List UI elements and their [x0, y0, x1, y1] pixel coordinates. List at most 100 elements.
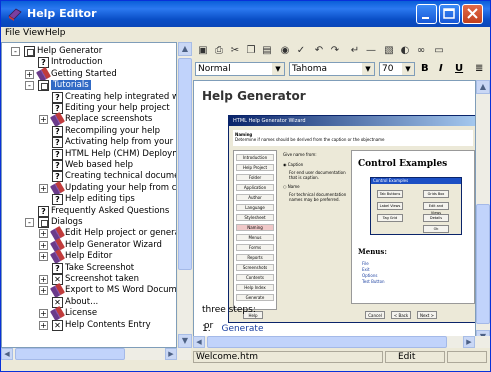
expand-icon[interactable]: + [39, 320, 48, 330]
tree-item-label: Creating technical documente [65, 171, 176, 182]
question-icon: ? [52, 148, 63, 160]
tree-item-label: Replace screenshots [65, 114, 153, 125]
insert-icon[interactable]: ↵ [349, 45, 361, 57]
wizard-nav-item: Language [236, 204, 274, 211]
paste-icon[interactable]: ▤ [261, 45, 273, 57]
wizard-next-button: Next > [417, 311, 437, 319]
find-icon[interactable]: ◉ [279, 45, 291, 57]
collapse-icon[interactable]: - [11, 47, 20, 56]
wizard-desc-text: Determine if names should be derived fro… [235, 137, 385, 142]
tree-item-label: Updating your help from char [65, 182, 177, 193]
tree-horizontal-scrollbar[interactable]: ◀ ▶ [1, 348, 191, 360]
spellcheck-icon[interactable]: ✓ [295, 45, 307, 57]
question-icon: ? [52, 91, 63, 103]
step-1: 1. Generate [202, 324, 264, 334]
preview-window-title: Control Examples [371, 178, 461, 184]
underline-button[interactable]: U [455, 63, 463, 74]
wizard-nav-item: Folder [236, 174, 274, 181]
tree-item-label: Activating help from your app [65, 137, 176, 148]
generate-link[interactable]: Generate [221, 324, 263, 334]
font-value: Tahoma [292, 64, 328, 74]
undo-icon[interactable]: ↶ [313, 45, 325, 57]
editor-vertical-scrollbar[interactable]: ▲ ▼ [476, 80, 490, 344]
size-select[interactable]: 70 ▼ [379, 62, 415, 76]
expand-icon[interactable]: + [25, 69, 34, 79]
expand-icon[interactable]: + [39, 309, 48, 319]
image-icon[interactable]: ▧ [383, 45, 395, 57]
wizard-description: Naming Determine if names should be deri… [233, 130, 473, 146]
tree-item-label: License [65, 308, 98, 319]
cut-icon[interactable]: ✂ [229, 45, 241, 57]
expand-icon[interactable]: + [39, 115, 48, 125]
redo-icon[interactable]: ↷ [329, 45, 341, 57]
save-icon[interactable]: ▣ [197, 45, 209, 57]
menu-view[interactable]: View [23, 28, 44, 38]
link-icon[interactable]: ∞ [415, 45, 427, 57]
editor-pane[interactable]: Help Generator HTML Help Generator Wizar… [193, 80, 476, 344]
question-icon: ? [38, 205, 49, 217]
wizard-nav-item: Naming [236, 224, 274, 231]
preview-window: Control Examples Tab Buttons Grids Box L… [370, 177, 462, 235]
preview-menus-heading: Menus: [358, 247, 387, 256]
italic-button[interactable]: I [439, 63, 443, 74]
h-scroll-thumb[interactable] [15, 348, 125, 360]
x-icon: ✕ [52, 319, 63, 331]
expand-icon[interactable]: + [39, 275, 48, 284]
scroll-right-arrow-icon[interactable]: ▶ [165, 348, 177, 360]
tree-vertical-scrollbar[interactable]: ▲ ▼ [178, 42, 192, 348]
screenshot-icon[interactable]: ◐ [399, 45, 411, 57]
scroll-thumb[interactable] [476, 204, 490, 324]
menu-file[interactable]: File [5, 28, 20, 38]
format-toolbar: Normal ▼ Tahoma ▼ 70 ▼ B I U ≣ [193, 60, 490, 78]
h-scroll-thumb[interactable] [207, 336, 447, 348]
chevron-down-icon[interactable]: ▼ [402, 63, 414, 75]
scroll-up-arrow-icon[interactable]: ▲ [476, 80, 490, 94]
maximize-button[interactable] [439, 4, 460, 24]
tree-item-label: Help editing tips [65, 194, 135, 205]
wizard-nav-item: Help Index [236, 284, 274, 291]
expand-icon[interactable]: + [39, 252, 48, 262]
table-icon[interactable]: ▭ [433, 45, 445, 57]
collapse-icon[interactable]: - [25, 81, 34, 91]
preview-button: Details [423, 214, 449, 222]
chevron-down-icon[interactable]: ▼ [362, 63, 374, 75]
scroll-thumb[interactable] [178, 58, 192, 270]
folder-icon [38, 80, 49, 92]
wizard-nav-item: Introduction [236, 154, 274, 161]
tree-item-label: Help Generator Wizard [65, 239, 162, 250]
editor-horizontal-scrollbar[interactable]: ◀ ▶ [193, 336, 490, 348]
scroll-up-arrow-icon[interactable]: ▲ [178, 42, 192, 56]
close-button[interactable] [462, 4, 483, 24]
menu-bar: File View Help [1, 27, 490, 42]
tree-item-label: HTML Help (CHM) Deployme [65, 148, 177, 159]
align-icon[interactable]: ≣ [475, 63, 483, 74]
title-bar[interactable]: Help Editor [1, 1, 490, 27]
expand-icon[interactable]: + [39, 240, 48, 250]
minimize-button[interactable] [416, 4, 437, 24]
print-icon[interactable]: ⎙ [213, 45, 225, 57]
expand-icon[interactable]: + [39, 286, 48, 296]
expand-icon[interactable]: + [39, 183, 48, 193]
scroll-left-arrow-icon[interactable]: ◀ [1, 348, 13, 360]
tree-item-label: Getting Started [51, 68, 117, 79]
line-icon[interactable]: — [365, 45, 377, 57]
font-select[interactable]: Tahoma ▼ [289, 62, 375, 76]
wizard-nav: Introduction Help Project Folder Applicatio… [233, 150, 277, 310]
tree-item-label: Help Contents Entry [65, 319, 151, 330]
wizard-nav-item: Reports [236, 254, 274, 261]
menu-help[interactable]: Help [45, 28, 66, 38]
scroll-left-arrow-icon[interactable]: ◀ [193, 336, 205, 348]
status-bar: Welcome.htm Edit [193, 350, 490, 364]
style-select[interactable]: Normal ▼ [195, 62, 285, 76]
opt-heading: Give name from: [283, 152, 317, 157]
chevron-down-icon[interactable]: ▼ [272, 63, 284, 75]
scroll-down-arrow-icon[interactable]: ▼ [178, 334, 192, 348]
question-icon: ? [52, 194, 63, 206]
copy-icon[interactable]: ❐ [245, 45, 257, 57]
topic-tree[interactable]: - Help Generator? Introduction + Getting Sta… [1, 42, 177, 348]
bold-button[interactable]: B [421, 63, 429, 74]
expand-icon[interactable]: + [39, 229, 48, 239]
scroll-right-arrow-icon[interactable]: ▶ [463, 336, 475, 348]
collapse-icon[interactable]: - [25, 218, 34, 227]
window-title: Help Editor [27, 7, 97, 20]
